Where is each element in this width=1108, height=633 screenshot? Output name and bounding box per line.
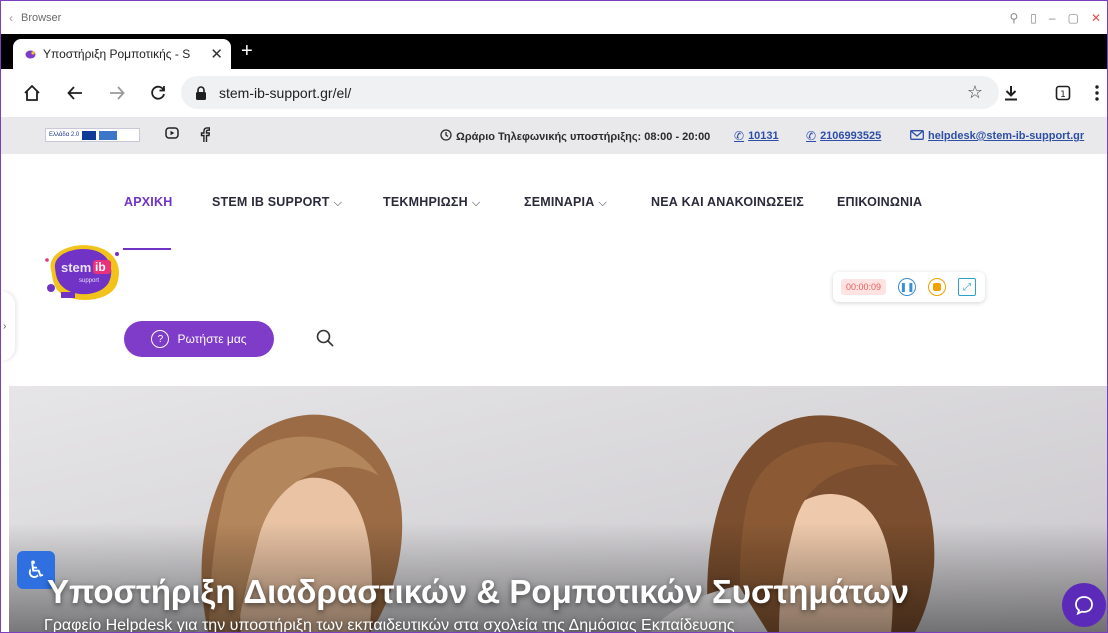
window-back-icon[interactable]: ‹ <box>9 11 13 25</box>
new-tab-icon[interactable]: + <box>241 40 253 63</box>
pin-icon[interactable]: ⚲ <box>1010 11 1019 25</box>
ask-us-button[interactable]: ? Ρωτήστε μας <box>124 321 274 357</box>
browser-tab[interactable]: Υποστήριξη Ρομποτικής - S ✕ <box>13 39 231 69</box>
screen-recorder-widget: 00:00:09 ❚❚ ⤢ <box>833 272 985 302</box>
chevron-down-icon: ⌵ <box>471 197 481 209</box>
hero-title: Υποστήριξη Διαδραστικών & Ρομποτικών Συσ… <box>47 573 909 610</box>
download-icon[interactable] <box>997 79 1025 107</box>
support-hours: Ωράριο Τηλεφωνικής υποστήριξης: 08:00 - … <box>440 129 710 144</box>
nav-item-home[interactable]: ΑΡΧΙΚΗ <box>124 195 172 209</box>
sidebar-icon[interactable]: ▯ <box>1030 11 1037 25</box>
close-window-icon[interactable]: ✕ <box>1091 11 1101 25</box>
phone-link-2[interactable]: ✆ 2106993525 <box>806 129 881 143</box>
phone-link-1[interactable]: ✆ 10131 <box>734 129 779 143</box>
tab-close-icon[interactable]: ✕ <box>210 45 223 63</box>
back-icon[interactable] <box>61 79 89 107</box>
address-bar[interactable]: stem-ib-support.gr/el/ ☆ <box>181 76 999 109</box>
search-icon[interactable] <box>315 328 335 348</box>
help-icon: ? <box>151 330 170 348</box>
chevron-down-icon: ⌵ <box>333 197 343 209</box>
ministry-logo-icon <box>99 130 118 140</box>
address-bar-url: stem-ib-support.gr/el/ <box>219 84 352 101</box>
eu-flag-icon <box>82 130 97 140</box>
logo-word-ib: ib <box>95 260 106 274</box>
browser-window: ‹ Browser ⚲ ▯ – ▢ ✕ Υποστήριξη Ρομποτική… <box>0 0 1108 633</box>
nav-item-label: ΕΠΙΚΟΙΝΩΝΙΑ <box>837 195 923 209</box>
email-link[interactable]: helpdesk@stem-ib-support.gr <box>910 129 1084 143</box>
phone-number-1[interactable]: 10131 <box>748 130 779 142</box>
restore-icon[interactable]: ▢ <box>1068 11 1079 25</box>
side-panel-handle[interactable]: › <box>1 291 15 361</box>
logo-word-stem: stem <box>61 260 91 275</box>
nav-item-stem-ib-support[interactable]: STEM IB SUPPORT ⌵ <box>212 195 342 210</box>
pause-icon[interactable]: ❚❚ <box>898 278 917 296</box>
chat-icon[interactable] <box>1062 583 1106 627</box>
chevron-down-icon: ⌵ <box>598 197 607 209</box>
lock-icon[interactable] <box>195 85 207 100</box>
phone-icon: ✆ <box>734 129 745 143</box>
site-header: ΑΡΧΙΚΗ STEM IB SUPPORT ⌵ ΤΕΚΜΗΡΙΩΣΗ ⌵ ΣΕΜΙ… <box>1 154 1107 386</box>
nav-item-documentation[interactable]: ΤΕΚΜΗΡΙΩΣΗ ⌵ <box>383 195 480 210</box>
phone-icon: ✆ <box>806 129 817 143</box>
tab-count-icon[interactable]: 1 <box>1049 79 1077 107</box>
nav-item-seminars[interactable]: ΣΕΜΙΝΑΡΙΑ ⌵ <box>524 195 607 210</box>
nav-item-label: ΑΡΧΙΚΗ <box>124 195 173 209</box>
more-menu-icon[interactable] <box>1083 79 1107 107</box>
site-top-bar: Ελλάδα 2.0 Ωράριο Τηλεφωνικής υποστήριξη… <box>1 117 1107 154</box>
nav-item-contact[interactable]: ΕΠΙΚΟΙΝΩΝΙΑ <box>837 195 922 209</box>
phone-number-2[interactable]: 2106993525 <box>820 130 881 142</box>
funding-logos: Ελλάδα 2.0 <box>45 128 140 142</box>
facebook-icon[interactable] <box>200 127 211 146</box>
tab-strip: Υποστήριξη Ρομποτικής - S ✕ + <box>1 34 1107 69</box>
logo-word-support: support <box>79 278 99 284</box>
nav-item-label: STEM IB SUPPORT <box>212 195 330 209</box>
recording-timer: 00:00:09 <box>841 279 887 295</box>
nav-item-label: ΤΕΚΜΗΡΙΩΣΗ <box>383 195 468 209</box>
active-nav-underline <box>123 248 171 250</box>
stop-icon[interactable] <box>928 278 947 296</box>
support-hours-text: Ωράριο Τηλεφωνικής υποστήριξης: 08:00 - … <box>456 130 711 143</box>
svg-text:1: 1 <box>1060 90 1066 100</box>
forward-icon[interactable] <box>103 79 131 107</box>
window-controls: ⚲ ▯ – ▢ ✕ <box>1010 1 1102 34</box>
window-title: Browser <box>21 11 62 24</box>
os-title-bar: ‹ Browser ⚲ ▯ – ▢ ✕ <box>1 1 1107 34</box>
greece-2-0-logo-text: Ελλάδα 2.0 <box>49 132 80 138</box>
site-favicon-icon <box>25 50 36 58</box>
nav-item-news[interactable]: ΝΕΑ ΚΑΙ ΑΝΑΚΟΙΝΩΣΕΙΣ <box>651 195 804 209</box>
clock-icon <box>440 129 452 144</box>
nav-item-label: ΣΕΜΙΝΑΡΙΑ <box>524 195 595 209</box>
nav-item-label: ΝΕΑ ΚΑΙ ΑΝΑΚΟΙΝΩΣΕΙΣ <box>651 195 804 209</box>
minimize-icon[interactable]: – <box>1049 11 1056 25</box>
youtube-icon[interactable] <box>165 127 179 142</box>
email-address[interactable]: helpdesk@stem-ib-support.gr <box>928 130 1084 142</box>
hero-subtitle: Γραφείο Helpdesk για την υποστήριξη των … <box>44 617 735 633</box>
reload-icon[interactable] <box>144 79 172 107</box>
mail-icon <box>910 129 924 143</box>
ask-us-label: Ρωτήστε μας <box>177 332 247 346</box>
tab-title: Υποστήριξη Ρομποτικής - S <box>43 47 191 61</box>
expand-icon[interactable]: ⤢ <box>958 278 977 296</box>
browser-toolbar: stem-ib-support.gr/el/ ☆ 1 <box>1 69 1107 117</box>
bookmark-star-icon[interactable]: ☆ <box>967 82 983 103</box>
site-logo[interactable]: stem ib support <box>43 240 125 304</box>
home-icon[interactable] <box>18 79 46 107</box>
